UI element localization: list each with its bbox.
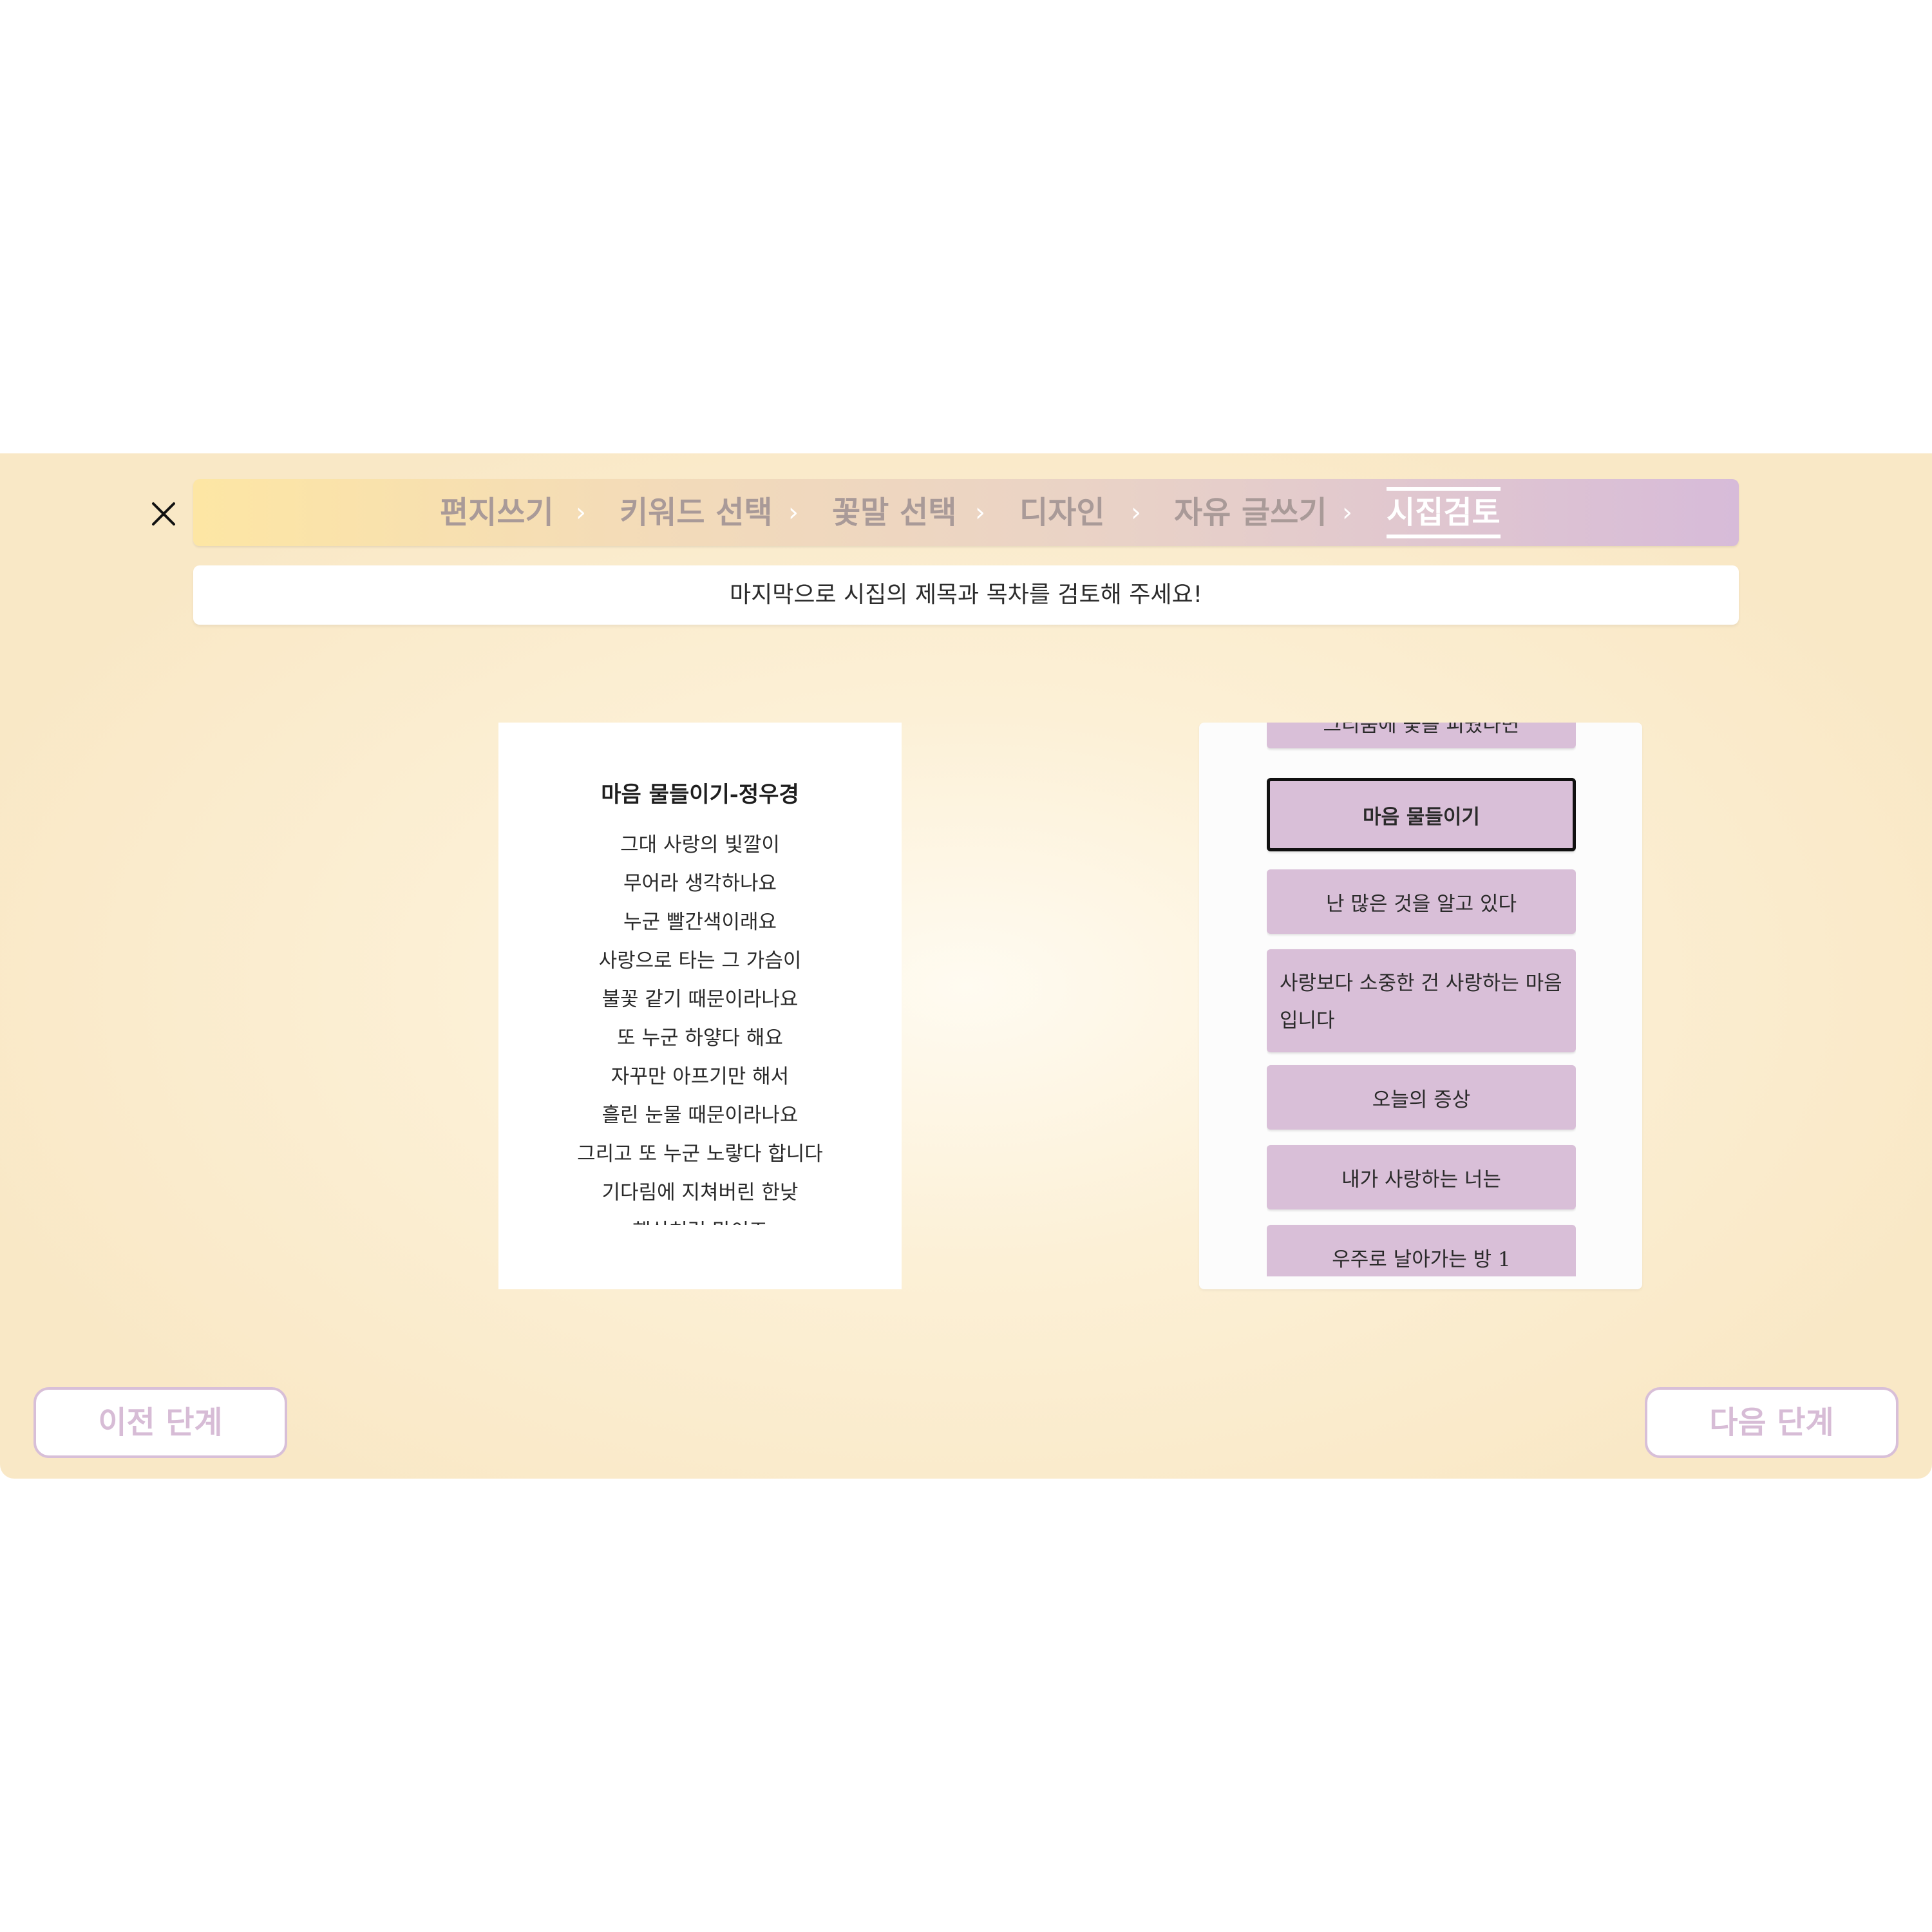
poem-preview-card: 마음 물들이기-정우경 그대 사랑의 빛깔이 무어라 생각하나요 누군 빨간색이… <box>498 723 902 1289</box>
toc-item[interactable]: 난 많은 것을 알고 있다 <box>1267 869 1576 934</box>
toc-item[interactable]: 사랑보다 소중한 건 사랑하는 마음입니다 <box>1267 949 1576 1052</box>
toc-item-label: 사랑보다 소중한 건 사랑하는 마음입니다 <box>1280 972 1562 1032</box>
poem-line: 그대 사랑의 빛깔이 <box>620 833 780 857</box>
chevron-right-icon: › <box>788 498 799 527</box>
step-keyword-select[interactable]: 키워드 선택 <box>620 479 773 546</box>
poem-title: 마음 물들이기-정우경 <box>601 782 799 808</box>
close-icon[interactable] <box>143 493 184 535</box>
instruction-banner: 마지막으로 시집의 제목과 목차를 검토해 주세요! <box>193 565 1739 625</box>
poetry-book-review-screen: 편지쓰기 › 키워드 선택 › 꽃말 선택 › 디자인 › 자유 글쓰기 › 시… <box>0 453 1932 1479</box>
poem-line: 햇살처럼 말이죠 <box>498 1212 902 1225</box>
toc-item[interactable]: 내가 사랑하는 너는 <box>1267 1145 1576 1209</box>
step-label: 편지쓰기 <box>440 495 554 531</box>
poem-body[interactable]: 그대 사랑의 빛깔이 무어라 생각하나요 누군 빨간색이래요 사랑으로 타는 그… <box>498 826 902 1225</box>
poem-line: 불꽃 같기 때문이라나요 <box>601 988 799 1011</box>
step-flower-language[interactable]: 꽃말 선택 <box>832 479 956 546</box>
step-progress-bar: 편지쓰기 › 키워드 선택 › 꽃말 선택 › 디자인 › 자유 글쓰기 › 시… <box>193 479 1739 546</box>
toc-item-label: 난 많은 것을 알고 있다 <box>1325 892 1517 916</box>
toc-item-label: 오늘의 증상 <box>1372 1088 1471 1112</box>
step-label: 키워드 선택 <box>620 495 773 531</box>
poem-line: 기다림에 지쳐버린 한낮 <box>601 1181 799 1204</box>
step-poetry-book-review[interactable]: 시집검토 <box>1387 479 1501 546</box>
toc-item[interactable]: 오늘의 증상 <box>1267 1065 1576 1130</box>
toc-list[interactable]: 그리움에 꽃을 피웠다면 마음 물들이기 난 많은 것을 알고 있다 사랑보다 … <box>1267 723 1576 1276</box>
chevron-right-icon: › <box>576 498 586 527</box>
toc-item-label: 마음 물들이기 <box>1363 805 1480 829</box>
step-write-letter[interactable]: 편지쓰기 <box>440 479 554 546</box>
toc-item-label: 우주로 날아가는 방 1 <box>1332 1247 1511 1271</box>
toc-item-selected[interactable]: 마음 물들이기 <box>1267 778 1576 851</box>
step-label: 디자인 <box>1019 495 1105 531</box>
next-step-button[interactable]: 다음 단계 <box>1645 1387 1899 1458</box>
poem-line: 사랑으로 타는 그 가슴이 <box>598 949 802 972</box>
poem-line: 자꾸만 아프기만 해서 <box>611 1065 790 1088</box>
toc-item-label: 내가 사랑하는 너는 <box>1341 1168 1501 1191</box>
table-of-contents-panel: 그리움에 꽃을 피웠다면 마음 물들이기 난 많은 것을 알고 있다 사랑보다 … <box>1199 723 1642 1289</box>
step-label: 시집검토 <box>1387 495 1501 531</box>
step-label: 자유 글쓰기 <box>1174 495 1327 531</box>
toc-item[interactable]: 그리움에 꽃을 피웠다면 <box>1267 723 1576 748</box>
poem-line: 흘린 눈물 때문이라나요 <box>601 1104 799 1127</box>
step-label: 꽃말 선택 <box>832 495 957 531</box>
step-design[interactable]: 디자인 <box>1019 479 1104 546</box>
poem-line: 누군 빨간색이래요 <box>623 911 777 934</box>
toc-item-label: 그리움에 꽃을 피웠다면 <box>1323 723 1520 737</box>
active-step-marker <box>1387 487 1501 491</box>
chevron-right-icon: › <box>1131 498 1141 527</box>
step-free-writing[interactable]: 자유 글쓰기 <box>1174 479 1327 546</box>
poem-line: 무어라 생각하나요 <box>623 872 777 895</box>
poem-line: 또 누군 하얗다 해요 <box>617 1027 783 1050</box>
active-step-marker <box>1387 535 1501 538</box>
prev-step-button[interactable]: 이전 단계 <box>33 1387 287 1458</box>
poem-line: 그리고 또 누군 노랗다 합니다 <box>577 1142 823 1166</box>
chevron-right-icon: › <box>1342 498 1352 527</box>
chevron-right-icon: › <box>975 498 985 527</box>
toc-item[interactable]: 우주로 날아가는 방 1 <box>1267 1225 1576 1276</box>
